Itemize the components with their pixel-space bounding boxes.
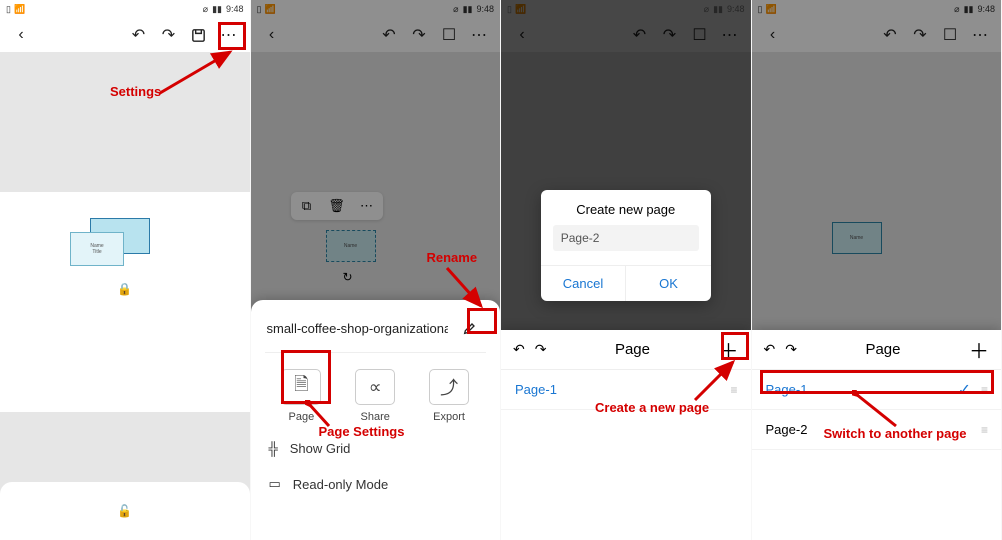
more-button[interactable]: ⋯ <box>967 22 993 48</box>
settings-sheet: small-coffee-shop-organizational-chart 🗎… <box>251 300 501 540</box>
redo-icon[interactable]: ↷ <box>785 341 797 358</box>
lock-icon: 🔒 <box>117 282 132 296</box>
delete-icon[interactable]: 🗑 <box>323 194 351 218</box>
drag-handle-icon[interactable]: ≡ <box>730 383 736 397</box>
undo-button[interactable]: ↶ <box>627 22 653 48</box>
readonly-toggle[interactable]: ▭ Read-only Mode <box>265 466 487 502</box>
save-icon[interactable]: ☐ <box>937 22 963 48</box>
export-button[interactable]: ⤴ Export <box>429 369 469 423</box>
page-sheet: ↶ ↷ Page ＋ Page-1 ≡ <box>501 330 751 540</box>
copy-icon[interactable]: ⧉ <box>293 194 321 218</box>
dialog-title: Create new page <box>541 190 711 225</box>
page-sheet-title: Page <box>797 341 969 358</box>
page-row-1[interactable]: Page-1 ✓ ≡ <box>752 370 1002 410</box>
undo-button[interactable]: ↶ <box>126 22 152 48</box>
undo-button[interactable]: ↶ <box>376 22 402 48</box>
wifi-icon: 📶 <box>14 4 25 15</box>
add-page-button[interactable]: ＋ <box>969 335 989 364</box>
top-toolbar: ‹ ↶ ↷ ⋯ <box>0 18 250 52</box>
add-page-button[interactable]: ＋ <box>719 335 739 364</box>
filename-label: small-coffee-shop-organizational-chart <box>267 321 449 336</box>
diagram-card[interactable]: Name <box>832 222 882 254</box>
save-icon[interactable]: ☐ <box>687 22 713 48</box>
drag-handle-icon[interactable]: ≡ <box>981 383 987 397</box>
page-icon: 🗎 <box>281 369 321 405</box>
undo-icon[interactable]: ↶ <box>513 341 525 358</box>
page-name-input[interactable]: Page-2 <box>553 225 699 251</box>
ok-button[interactable]: OK <box>626 266 711 301</box>
status-bar: ▯ 📶 ⌀ ▮▮ 9:48 <box>0 0 250 18</box>
diagram-card[interactable]: NameTitle <box>70 232 124 266</box>
page-sheet: ↶ ↷ Page ＋ Page-1 ✓ ≡ Page-2 ≡ <box>752 330 1002 540</box>
lock-icon[interactable]: 🔓 <box>117 504 132 518</box>
redo-button[interactable]: ↷ <box>907 22 933 48</box>
more-icon[interactable]: ⋯ <box>353 194 381 218</box>
panel-2: ▯📶 ⌀▮▮9:48 ‹ ↶ ↷ ☐ ⋯ ⧉ 🗑 ⋯ Name ↻ small-… <box>251 0 502 540</box>
save-icon[interactable]: ☐ <box>436 22 462 48</box>
page-settings-button[interactable]: 🗎 Page <box>281 369 321 423</box>
alarm-off-icon: ⌀ <box>203 4 208 15</box>
export-icon: ⤴ <box>429 369 469 405</box>
cancel-button[interactable]: Cancel <box>541 266 627 301</box>
rotate-handle-icon[interactable]: ↻ <box>343 270 353 284</box>
grid-icon: ╬ <box>269 441 278 456</box>
back-button[interactable]: ‹ <box>760 22 786 48</box>
page-row[interactable]: Page-1 ≡ <box>501 370 751 410</box>
panel-1: ▯ 📶 ⌀ ▮▮ 9:48 ‹ ↶ ↷ ⋯ NameTitle 🔒 🔓 Set <box>0 0 251 540</box>
back-button[interactable]: ‹ <box>259 22 285 48</box>
redo-button[interactable]: ↷ <box>657 22 683 48</box>
canvas[interactable]: NameTitle 🔒 🔓 <box>0 52 250 540</box>
redo-button[interactable]: ↷ <box>156 22 182 48</box>
top-toolbar: ‹ ↶ ↷ ☐ ⋯ <box>501 18 751 52</box>
status-time: 9:48 <box>226 4 244 14</box>
rename-button[interactable] <box>456 316 484 340</box>
top-toolbar: ‹ ↶ ↷ ☐ ⋯ <box>752 18 1002 52</box>
drag-handle-icon[interactable]: ≡ <box>981 423 987 437</box>
redo-icon[interactable]: ↷ <box>535 341 547 358</box>
status-bar: ▯📶 ⌀▮▮9:48 <box>501 0 751 18</box>
share-button[interactable]: ∝ Share <box>355 369 395 423</box>
status-bar: ▯📶 ⌀▮▮9:48 <box>251 0 501 18</box>
selected-card[interactable]: Name <box>326 230 376 262</box>
page-row-2[interactable]: Page-2 ≡ <box>752 410 1002 450</box>
redo-button[interactable]: ↷ <box>406 22 432 48</box>
back-button[interactable]: ‹ <box>509 22 535 48</box>
battery-icon: ▮▮ <box>212 4 222 15</box>
create-page-dialog: Create new page Page-2 Cancel OK <box>541 190 711 301</box>
selection-toolbar: ⧉ 🗑 ⋯ <box>291 192 383 220</box>
readonly-icon: ▭ <box>269 476 281 492</box>
top-toolbar: ‹ ↶ ↷ ☐ ⋯ <box>251 18 501 52</box>
save-icon[interactable] <box>186 22 212 48</box>
undo-icon[interactable]: ↶ <box>764 341 776 358</box>
back-button[interactable]: ‹ <box>8 22 34 48</box>
show-grid-toggle[interactable]: ╬ Show Grid <box>265 431 487 466</box>
page-sheet-title: Page <box>546 341 718 358</box>
sim-icon: ▯ <box>6 4 11 15</box>
more-button[interactable]: ⋯ <box>466 22 492 48</box>
panel-4: ▯📶 ⌀▮▮9:48 ‹ ↶ ↷ ☐ ⋯ Name ↶ ↷ Page ＋ Pag… <box>752 0 1002 540</box>
check-icon: ✓ <box>958 380 971 400</box>
panel-3: ▯📶 ⌀▮▮9:48 ‹ ↶ ↷ ☐ ⋯ ↶ ↷ Page ＋ Page-1 ≡… <box>501 0 752 540</box>
status-bar: ▯📶 ⌀▮▮9:48 <box>752 0 1002 18</box>
more-button[interactable]: ⋯ <box>717 22 743 48</box>
undo-button[interactable]: ↶ <box>877 22 903 48</box>
share-icon: ∝ <box>355 369 395 405</box>
more-button[interactable]: ⋯ <box>216 22 242 48</box>
